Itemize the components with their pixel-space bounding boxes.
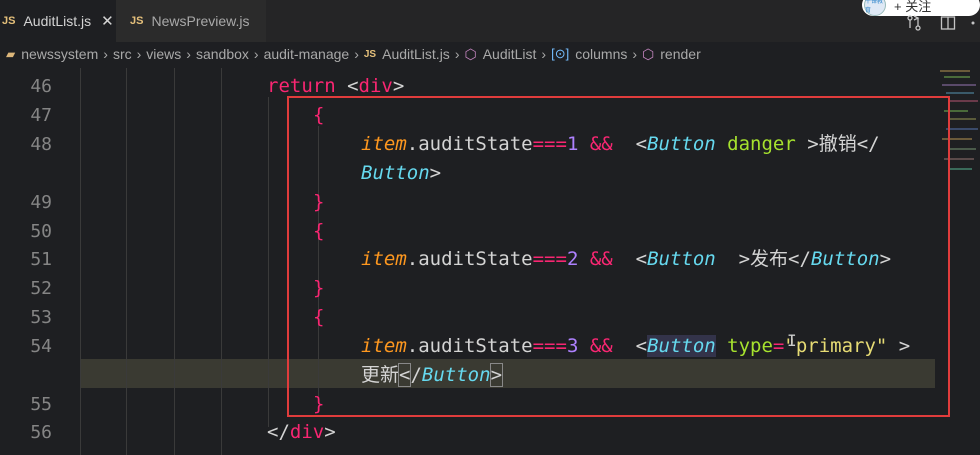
chevron-right-icon: › [253, 46, 259, 62]
breadcrumb-component[interactable]: AuditList [483, 46, 537, 62]
cube-icon: ⬡ [642, 45, 655, 62]
avatar: 千锋教育 [864, 0, 886, 16]
breadcrumb-field[interactable]: columns [575, 46, 627, 62]
js-file-icon: JS [363, 48, 377, 60]
split-editor-icon[interactable] [940, 15, 956, 31]
breadcrumb-item[interactable]: sandbox [196, 46, 249, 62]
git-compare-icon[interactable] [906, 15, 922, 31]
line-number: 55 [30, 394, 52, 415]
text-cursor-icon: I [787, 331, 797, 350]
chevron-right-icon: › [103, 46, 108, 62]
line-number: 54 [30, 336, 52, 357]
chevron-right-icon: › [454, 46, 460, 62]
breadcrumb-item[interactable]: newssystem [21, 46, 98, 62]
tab-bar: JS AuditList.js ✕ JS NewsPreview.js 千锋教育… [0, 0, 980, 42]
field-icon: [⊙] [551, 46, 570, 61]
follow-button[interactable]: 千锋教育 + 关注 [862, 0, 980, 16]
line-number: 50 [30, 221, 52, 242]
line-number: 51 [30, 249, 52, 270]
chevron-right-icon: › [186, 46, 191, 62]
chevron-right-icon: › [632, 46, 638, 62]
jsx-tag: div [358, 75, 393, 97]
line-number: 48 [30, 134, 52, 155]
close-icon[interactable]: ✕ [101, 12, 114, 30]
tab-auditlist[interactable]: JS AuditList.js ✕ [0, 0, 116, 42]
code-line: 56 </div> [0, 418, 980, 447]
js-file-icon: JS [2, 15, 16, 27]
follow-label: + 关注 [894, 0, 932, 14]
line-number: 52 [30, 278, 52, 299]
folder-icon: ▰ [6, 47, 16, 61]
tab-label: NewsPreview.js [151, 13, 250, 29]
breadcrumb-item[interactable]: views [146, 46, 181, 62]
line-number: 47 [30, 105, 52, 126]
js-file-icon: JS [130, 15, 144, 27]
cube-icon: ⬡ [464, 45, 477, 62]
chevron-right-icon: › [136, 46, 142, 62]
annotation-box [287, 96, 950, 417]
keyword: return [267, 75, 336, 97]
breadcrumb-file[interactable]: AuditList.js [382, 46, 450, 62]
more-actions-icon[interactable] [970, 15, 980, 31]
tab-newspreview[interactable]: JS NewsPreview.js [116, 0, 266, 42]
breadcrumb-item[interactable]: audit-manage [264, 46, 350, 62]
chevron-right-icon: › [354, 46, 359, 62]
breadcrumb: ▰ newssystem › src › views › sandbox › a… [0, 42, 980, 66]
breadcrumb-method[interactable]: render [660, 46, 700, 62]
line-number: 56 [30, 422, 52, 443]
chevron-right-icon: › [541, 46, 547, 62]
line-number: 53 [30, 307, 52, 328]
breadcrumb-item[interactable]: src [113, 46, 132, 62]
line-number: 49 [30, 192, 52, 213]
line-number: 46 [30, 76, 52, 97]
tab-label: AuditList.js [23, 13, 92, 29]
